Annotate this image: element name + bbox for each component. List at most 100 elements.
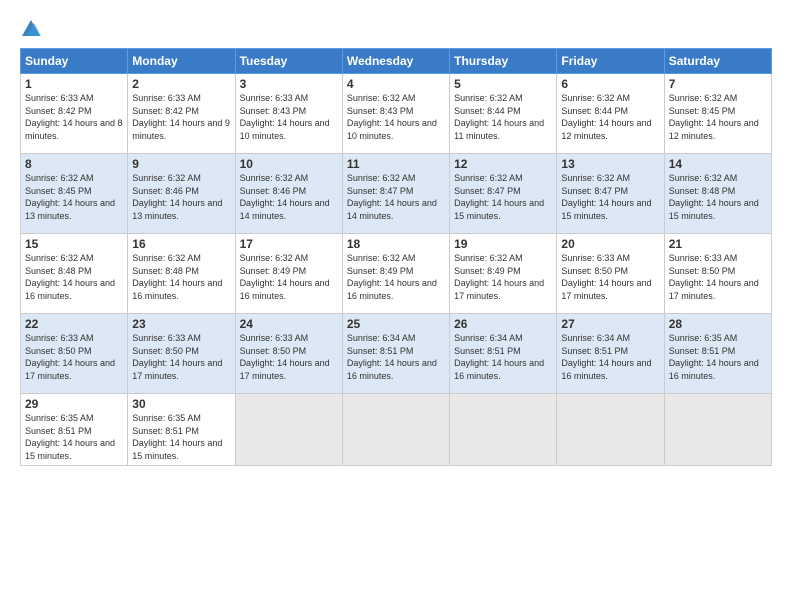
day-info: Sunrise: 6:34 AMSunset: 8:51 PMDaylight:… <box>561 333 651 381</box>
day-number: 14 <box>669 157 767 171</box>
day-info: Sunrise: 6:33 AMSunset: 8:50 PMDaylight:… <box>240 333 330 381</box>
page-header <box>20 18 772 40</box>
calendar-cell: 18 Sunrise: 6:32 AMSunset: 8:49 PMDaylig… <box>342 234 449 314</box>
calendar-cell: 28 Sunrise: 6:35 AMSunset: 8:51 PMDaylig… <box>664 314 771 394</box>
calendar-cell: 5 Sunrise: 6:32 AMSunset: 8:44 PMDayligh… <box>450 74 557 154</box>
col-header-friday: Friday <box>557 49 664 74</box>
col-header-wednesday: Wednesday <box>342 49 449 74</box>
day-info: Sunrise: 6:32 AMSunset: 8:44 PMDaylight:… <box>454 93 544 141</box>
calendar-cell <box>557 394 664 466</box>
day-info: Sunrise: 6:34 AMSunset: 8:51 PMDaylight:… <box>454 333 544 381</box>
calendar-table: SundayMondayTuesdayWednesdayThursdayFrid… <box>20 48 772 466</box>
day-number: 28 <box>669 317 767 331</box>
calendar-cell: 30 Sunrise: 6:35 AMSunset: 8:51 PMDaylig… <box>128 394 235 466</box>
day-number: 29 <box>25 397 123 411</box>
day-info: Sunrise: 6:32 AMSunset: 8:48 PMDaylight:… <box>132 253 222 301</box>
day-number: 6 <box>561 77 659 91</box>
calendar-cell: 4 Sunrise: 6:32 AMSunset: 8:43 PMDayligh… <box>342 74 449 154</box>
day-number: 25 <box>347 317 445 331</box>
calendar-cell: 21 Sunrise: 6:33 AMSunset: 8:50 PMDaylig… <box>664 234 771 314</box>
col-header-tuesday: Tuesday <box>235 49 342 74</box>
day-number: 23 <box>132 317 230 331</box>
day-number: 18 <box>347 237 445 251</box>
day-number: 17 <box>240 237 338 251</box>
day-number: 20 <box>561 237 659 251</box>
day-number: 16 <box>132 237 230 251</box>
day-number: 9 <box>132 157 230 171</box>
day-number: 27 <box>561 317 659 331</box>
calendar-cell: 9 Sunrise: 6:32 AMSunset: 8:46 PMDayligh… <box>128 154 235 234</box>
day-number: 8 <box>25 157 123 171</box>
day-info: Sunrise: 6:32 AMSunset: 8:48 PMDaylight:… <box>25 253 115 301</box>
day-number: 7 <box>669 77 767 91</box>
day-info: Sunrise: 6:33 AMSunset: 8:43 PMDaylight:… <box>240 93 330 141</box>
col-header-saturday: Saturday <box>664 49 771 74</box>
calendar-cell: 8 Sunrise: 6:32 AMSunset: 8:45 PMDayligh… <box>21 154 128 234</box>
calendar-cell: 29 Sunrise: 6:35 AMSunset: 8:51 PMDaylig… <box>21 394 128 466</box>
day-number: 30 <box>132 397 230 411</box>
calendar-cell: 14 Sunrise: 6:32 AMSunset: 8:48 PMDaylig… <box>664 154 771 234</box>
day-info: Sunrise: 6:32 AMSunset: 8:49 PMDaylight:… <box>347 253 437 301</box>
day-info: Sunrise: 6:32 AMSunset: 8:49 PMDaylight:… <box>240 253 330 301</box>
calendar-cell: 20 Sunrise: 6:33 AMSunset: 8:50 PMDaylig… <box>557 234 664 314</box>
calendar-cell: 10 Sunrise: 6:32 AMSunset: 8:46 PMDaylig… <box>235 154 342 234</box>
calendar-cell: 26 Sunrise: 6:34 AMSunset: 8:51 PMDaylig… <box>450 314 557 394</box>
day-number: 21 <box>669 237 767 251</box>
day-info: Sunrise: 6:32 AMSunset: 8:45 PMDaylight:… <box>25 173 115 221</box>
calendar-cell: 17 Sunrise: 6:32 AMSunset: 8:49 PMDaylig… <box>235 234 342 314</box>
calendar-cell: 16 Sunrise: 6:32 AMSunset: 8:48 PMDaylig… <box>128 234 235 314</box>
day-info: Sunrise: 6:33 AMSunset: 8:42 PMDaylight:… <box>25 93 123 141</box>
calendar-cell <box>235 394 342 466</box>
day-number: 4 <box>347 77 445 91</box>
calendar-cell: 12 Sunrise: 6:32 AMSunset: 8:47 PMDaylig… <box>450 154 557 234</box>
calendar-cell <box>664 394 771 466</box>
day-info: Sunrise: 6:32 AMSunset: 8:46 PMDaylight:… <box>240 173 330 221</box>
day-number: 2 <box>132 77 230 91</box>
day-number: 13 <box>561 157 659 171</box>
day-info: Sunrise: 6:33 AMSunset: 8:50 PMDaylight:… <box>132 333 222 381</box>
day-info: Sunrise: 6:35 AMSunset: 8:51 PMDaylight:… <box>132 413 222 461</box>
day-info: Sunrise: 6:32 AMSunset: 8:47 PMDaylight:… <box>454 173 544 221</box>
calendar-cell: 24 Sunrise: 6:33 AMSunset: 8:50 PMDaylig… <box>235 314 342 394</box>
day-number: 19 <box>454 237 552 251</box>
day-info: Sunrise: 6:32 AMSunset: 8:47 PMDaylight:… <box>561 173 651 221</box>
day-number: 15 <box>25 237 123 251</box>
calendar-cell: 23 Sunrise: 6:33 AMSunset: 8:50 PMDaylig… <box>128 314 235 394</box>
calendar-cell: 2 Sunrise: 6:33 AMSunset: 8:42 PMDayligh… <box>128 74 235 154</box>
day-info: Sunrise: 6:35 AMSunset: 8:51 PMDaylight:… <box>669 333 759 381</box>
day-info: Sunrise: 6:33 AMSunset: 8:42 PMDaylight:… <box>132 93 230 141</box>
day-number: 5 <box>454 77 552 91</box>
day-info: Sunrise: 6:35 AMSunset: 8:51 PMDaylight:… <box>25 413 115 461</box>
day-number: 12 <box>454 157 552 171</box>
calendar-cell: 15 Sunrise: 6:32 AMSunset: 8:48 PMDaylig… <box>21 234 128 314</box>
day-info: Sunrise: 6:32 AMSunset: 8:48 PMDaylight:… <box>669 173 759 221</box>
calendar-cell: 25 Sunrise: 6:34 AMSunset: 8:51 PMDaylig… <box>342 314 449 394</box>
day-number: 10 <box>240 157 338 171</box>
logo <box>20 18 46 40</box>
calendar-cell: 1 Sunrise: 6:33 AMSunset: 8:42 PMDayligh… <box>21 74 128 154</box>
day-number: 11 <box>347 157 445 171</box>
day-info: Sunrise: 6:32 AMSunset: 8:46 PMDaylight:… <box>132 173 222 221</box>
day-info: Sunrise: 6:32 AMSunset: 8:44 PMDaylight:… <box>561 93 651 141</box>
day-number: 3 <box>240 77 338 91</box>
calendar-cell: 6 Sunrise: 6:32 AMSunset: 8:44 PMDayligh… <box>557 74 664 154</box>
day-number: 26 <box>454 317 552 331</box>
calendar-cell <box>450 394 557 466</box>
day-info: Sunrise: 6:33 AMSunset: 8:50 PMDaylight:… <box>669 253 759 301</box>
calendar-cell <box>342 394 449 466</box>
day-number: 1 <box>25 77 123 91</box>
calendar-cell: 27 Sunrise: 6:34 AMSunset: 8:51 PMDaylig… <box>557 314 664 394</box>
calendar-cell: 3 Sunrise: 6:33 AMSunset: 8:43 PMDayligh… <box>235 74 342 154</box>
day-info: Sunrise: 6:32 AMSunset: 8:45 PMDaylight:… <box>669 93 759 141</box>
day-info: Sunrise: 6:32 AMSunset: 8:49 PMDaylight:… <box>454 253 544 301</box>
calendar-cell: 7 Sunrise: 6:32 AMSunset: 8:45 PMDayligh… <box>664 74 771 154</box>
day-number: 24 <box>240 317 338 331</box>
day-number: 22 <box>25 317 123 331</box>
col-header-monday: Monday <box>128 49 235 74</box>
day-info: Sunrise: 6:32 AMSunset: 8:47 PMDaylight:… <box>347 173 437 221</box>
day-info: Sunrise: 6:32 AMSunset: 8:43 PMDaylight:… <box>347 93 437 141</box>
day-info: Sunrise: 6:33 AMSunset: 8:50 PMDaylight:… <box>561 253 651 301</box>
calendar-cell: 19 Sunrise: 6:32 AMSunset: 8:49 PMDaylig… <box>450 234 557 314</box>
day-info: Sunrise: 6:34 AMSunset: 8:51 PMDaylight:… <box>347 333 437 381</box>
calendar-cell: 13 Sunrise: 6:32 AMSunset: 8:47 PMDaylig… <box>557 154 664 234</box>
